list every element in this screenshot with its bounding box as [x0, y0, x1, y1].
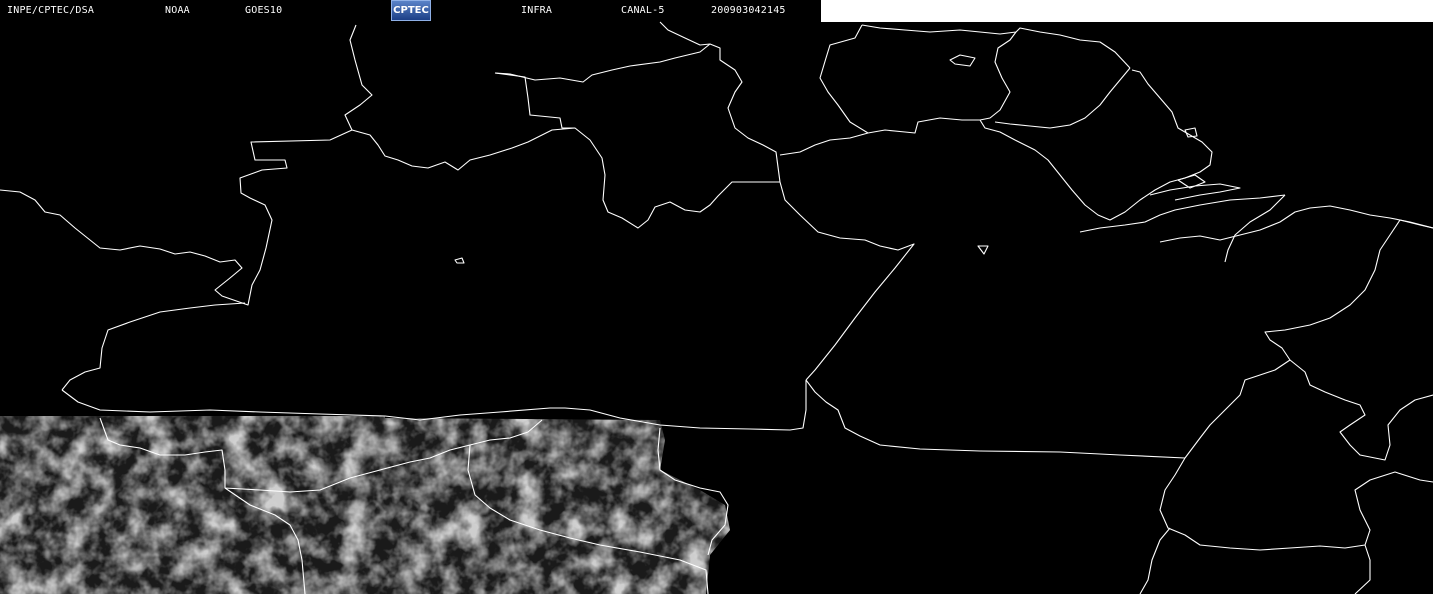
- satellite-image-viewer: INPE/CPTEC/DSA NOAA GOES10 CPTEC INFRA C…: [0, 0, 1433, 594]
- satellite-map: [0, 21, 1433, 594]
- cloud-layer: [0, 416, 730, 594]
